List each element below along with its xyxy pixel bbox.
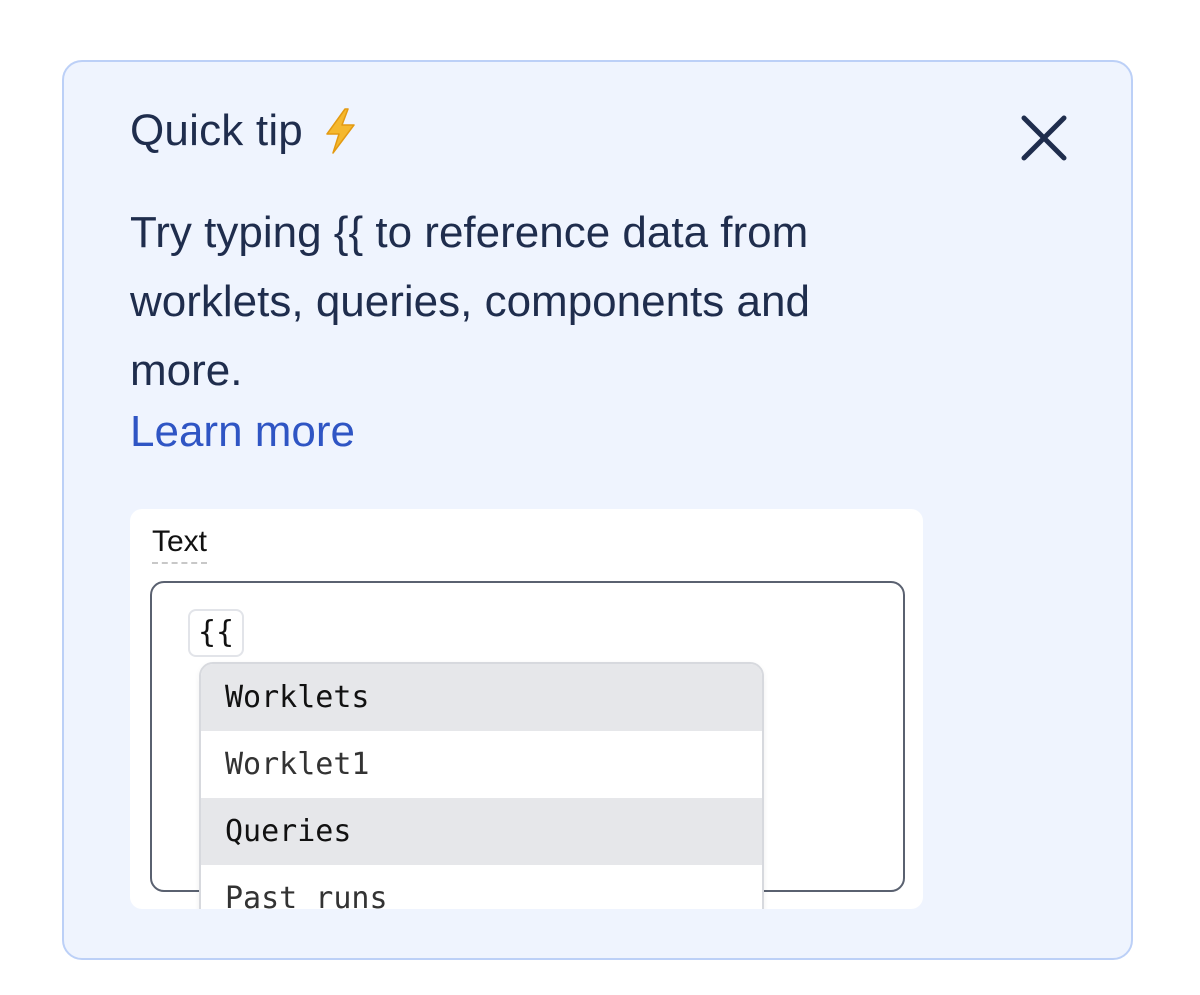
- brace-chip: {{: [188, 609, 245, 657]
- tip-body-text: Try typing {{ to reference data from wor…: [130, 208, 810, 395]
- dropdown-group-worklets: Worklets: [201, 664, 762, 731]
- lightning-bolt-icon: [321, 107, 359, 155]
- dropdown-option-past-runs: Past runs: [201, 865, 762, 909]
- dropdown-group-queries: Queries: [201, 798, 762, 865]
- dropdown-option-worklet1: Worklet1: [201, 731, 762, 798]
- close-button[interactable]: [1016, 110, 1072, 166]
- autocomplete-dropdown: Worklets Worklet1 Queries Past runs: [199, 662, 764, 909]
- close-icon: [1021, 115, 1067, 161]
- tip-title: Quick tip: [130, 106, 303, 155]
- tip-header: Quick tip: [130, 106, 359, 156]
- learn-more-link[interactable]: Learn more: [130, 407, 355, 457]
- preview-image: Text {{ Worklets Worklet1 Queries Past r…: [130, 509, 923, 909]
- quick-tip-card: Quick tip Try typing {{ to reference dat…: [62, 60, 1133, 960]
- field-label: Text: [152, 525, 208, 564]
